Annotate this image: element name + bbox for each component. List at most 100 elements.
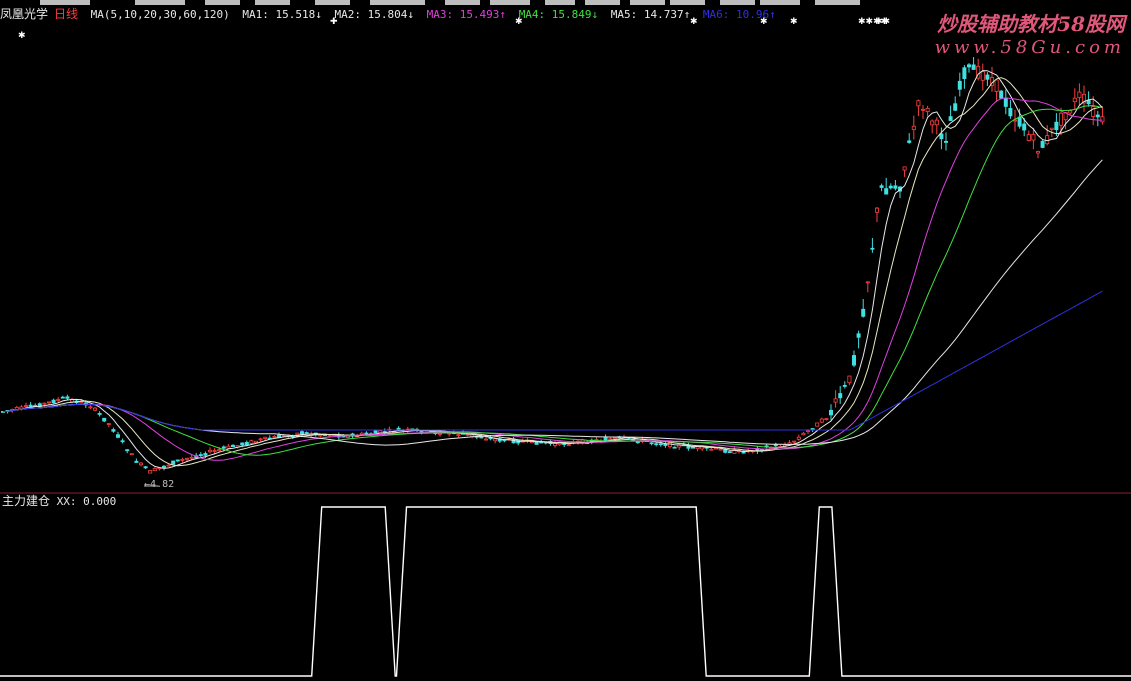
candle-body <box>230 444 235 447</box>
candle-body <box>483 438 488 441</box>
candle-body <box>1077 91 1082 98</box>
indicator-name[interactable]: 主力建仓 <box>2 494 50 508</box>
candle-body <box>456 434 461 437</box>
ma4-line <box>2 105 1103 456</box>
candle-body <box>654 443 659 446</box>
candle-body <box>299 431 304 435</box>
candle-body <box>249 440 254 444</box>
candle-body <box>161 465 166 468</box>
event-marker: ✱ <box>515 17 523 27</box>
candle-body <box>253 440 258 443</box>
candle-body <box>792 440 797 443</box>
candle-body <box>944 141 949 143</box>
candle-body <box>852 355 857 366</box>
candle-body <box>88 406 93 409</box>
candle-body <box>479 436 484 439</box>
candle-body <box>1008 108 1013 117</box>
candle-body <box>207 449 212 453</box>
candle-body <box>916 100 921 107</box>
candle-body <box>801 432 806 436</box>
candle-body <box>1100 116 1105 123</box>
candle-body <box>65 396 70 399</box>
candle-body <box>106 423 111 425</box>
candle-body <box>493 438 498 442</box>
candle-body <box>888 185 893 189</box>
candle-body <box>856 333 861 338</box>
candle-body <box>1059 112 1064 126</box>
kline-chart[interactable]: ✱✚ ✱ ✱ ✱ ✱ ✱✱✱✱✱✱ <box>0 0 1131 681</box>
candle-body <box>143 466 148 469</box>
candle-body <box>1068 110 1073 114</box>
candle-body <box>102 417 107 422</box>
candle-body <box>934 119 939 126</box>
candle-body <box>1054 121 1059 131</box>
candle-body <box>907 140 912 143</box>
event-marker: ✚ <box>330 17 338 27</box>
candle-body <box>718 448 723 451</box>
candle-body <box>833 398 838 403</box>
candlesticks <box>0 57 1105 474</box>
event-marker: ✱ <box>690 17 698 27</box>
candle-body <box>658 443 663 446</box>
candle-body <box>806 430 811 432</box>
candle-body <box>819 418 824 423</box>
candle-body <box>263 436 268 439</box>
candle-body <box>884 188 889 195</box>
candle-body <box>980 71 985 81</box>
candle-body <box>437 432 442 435</box>
candle-body <box>925 107 930 112</box>
signal-line <box>0 506 1131 677</box>
candle-body <box>198 454 203 457</box>
candle-body <box>396 427 401 430</box>
candle-body <box>125 449 130 452</box>
candle-body <box>566 444 571 447</box>
moving-averages <box>2 70 1103 469</box>
candle-body <box>672 446 677 449</box>
candle-body <box>359 432 364 435</box>
candle-body <box>930 120 935 126</box>
candle-body <box>861 308 866 317</box>
candle-body <box>373 430 378 434</box>
candle-body <box>608 438 613 441</box>
event-marker: ✱ <box>790 17 798 27</box>
candle-body <box>911 125 916 131</box>
candle-body <box>272 435 277 438</box>
candle-body <box>203 453 208 456</box>
candle-body <box>879 185 884 188</box>
candle-body <box>1045 135 1050 145</box>
candle-body <box>603 437 608 441</box>
candle-body <box>138 462 143 466</box>
candle-body <box>1017 116 1022 127</box>
candle-body <box>116 434 121 438</box>
candle-body <box>51 399 56 404</box>
candle-body <box>796 436 801 440</box>
candle-body <box>93 407 98 411</box>
candle-body <box>635 441 640 444</box>
candle-body <box>120 440 125 443</box>
candle-body <box>28 404 33 407</box>
candle-body <box>171 460 176 465</box>
candle-body <box>111 429 116 432</box>
candle-body <box>364 432 369 435</box>
candle-body <box>971 64 976 70</box>
candle-body <box>994 79 999 92</box>
candle-body <box>709 448 714 451</box>
candle-body <box>727 451 732 454</box>
ma3-line <box>2 97 1103 461</box>
candle-body <box>1026 134 1031 141</box>
candle-body <box>691 446 696 449</box>
candle-body <box>1003 97 1008 107</box>
candle-body <box>649 442 654 445</box>
candle-body <box>180 458 185 461</box>
candle-body <box>47 401 52 404</box>
event-marker: ✱✱ <box>875 17 890 27</box>
candle-body <box>999 90 1004 99</box>
candle-body <box>939 133 944 140</box>
candle-body <box>985 74 990 80</box>
candle-body <box>921 108 926 111</box>
candle-body <box>1031 133 1036 141</box>
candle-body <box>962 67 967 79</box>
candle-body <box>815 422 820 427</box>
candle-body <box>847 375 852 384</box>
candle-body <box>240 442 245 446</box>
